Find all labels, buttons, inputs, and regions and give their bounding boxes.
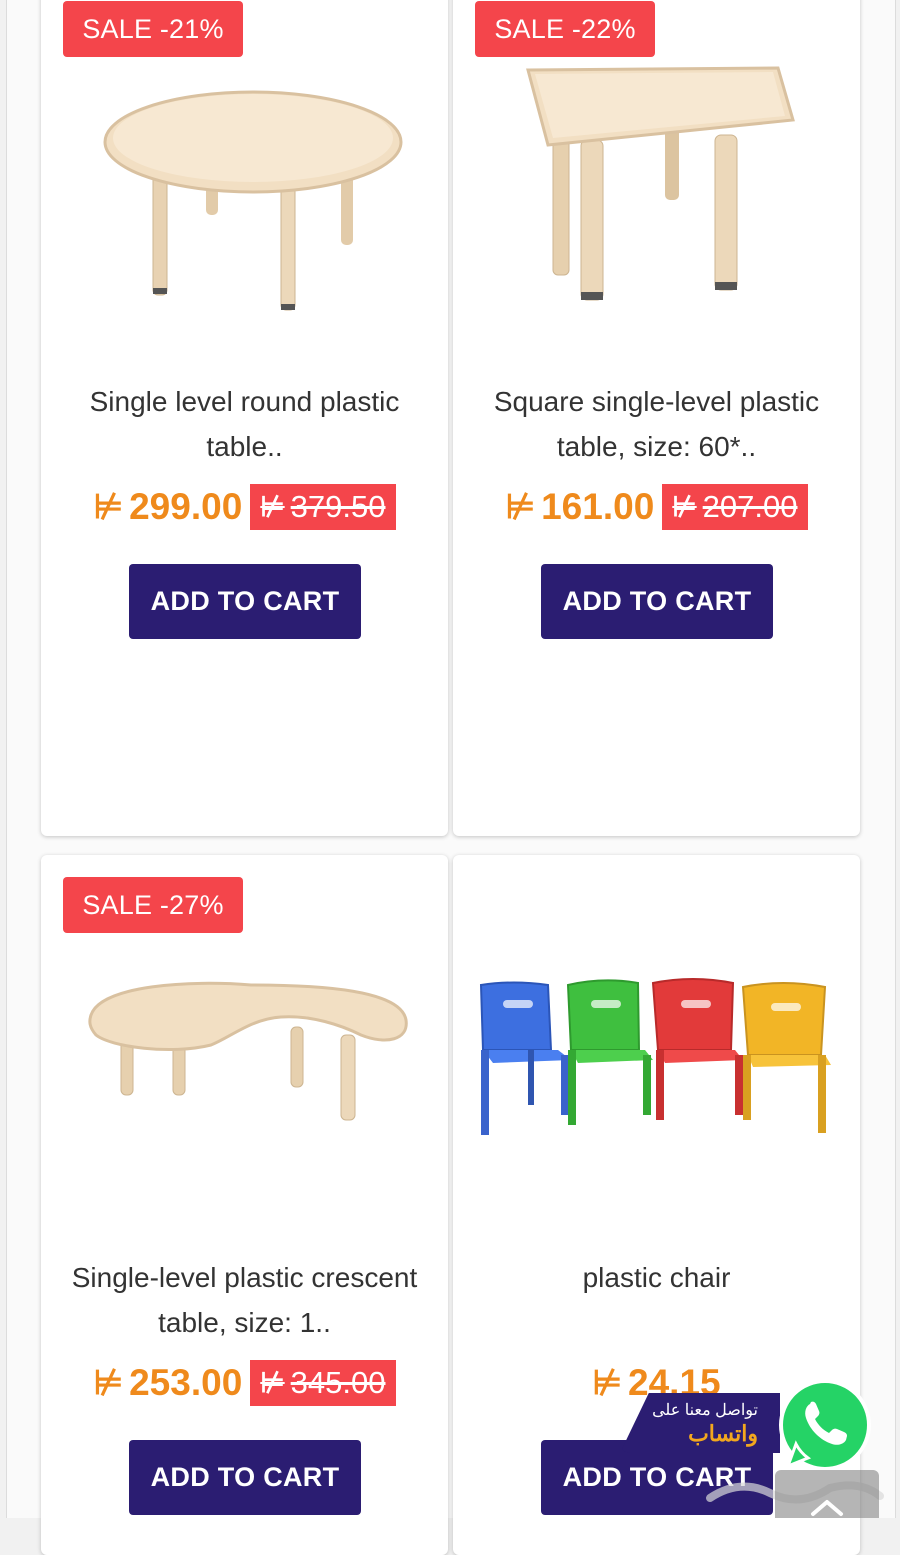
crescent-table-image[interactable] [41,955,448,1215]
old-price: ⊭ 207.00 [662,484,808,530]
product-title[interactable]: Square single-level plastic table, size:… [478,379,835,469]
product-card[interactable]: SALE -22% Square single-level plastic ta… [453,0,860,836]
product-card[interactable]: SALE -21% Single level round plastic tab… [41,0,448,836]
plastic-chairs-image[interactable] [453,955,860,1215]
sale-badge: SALE -22% [475,1,655,57]
price-row: ⊭ 161.00 ⊭ 207.00 [453,481,860,533]
product-card[interactable]: SALE -27% Single-level plastic crescent … [41,855,448,1555]
add-to-cart-button[interactable]: ADD TO CART [129,1440,361,1515]
sale-badge: SALE -21% [63,1,243,57]
square-table-image[interactable] [453,60,860,320]
scroll-to-top-button[interactable] [775,1470,879,1518]
product-title[interactable]: Single-level plastic crescent table, siz… [66,1255,423,1345]
add-to-cart-button[interactable]: ADD TO CART [129,564,361,639]
riyal-icon: ⊭ [93,1364,124,1402]
product-title[interactable]: plastic chair [478,1255,835,1300]
price-row: ⊭ 299.00 ⊭ 379.50 [41,481,448,533]
riyal-icon: ⊭ [672,491,697,522]
sale-badge: SALE -27% [63,877,243,933]
old-price: ⊭ 379.50 [250,484,396,530]
price-row: ⊭ 253.00 ⊭ 345.00 [41,1357,448,1409]
current-price: ⊭ 161.00 [505,486,655,527]
round-table-image[interactable] [41,60,448,320]
old-price: ⊭ 345.00 [250,1360,396,1406]
product-title[interactable]: Single level round plastic table.. [66,379,423,469]
whatsapp-banner-line2: واتساب [688,1421,758,1446]
riyal-icon: ⊭ [260,491,285,522]
current-price: ⊭ 253.00 [93,1362,243,1403]
current-price: ⊭ 299.00 [93,486,243,527]
chevron-up-icon [811,1500,843,1516]
add-to-cart-button[interactable]: ADD TO CART [541,564,773,639]
riyal-icon: ⊭ [505,488,536,526]
riyal-icon: ⊭ [260,1367,285,1398]
riyal-icon: ⊭ [592,1364,623,1402]
riyal-icon: ⊭ [93,488,124,526]
